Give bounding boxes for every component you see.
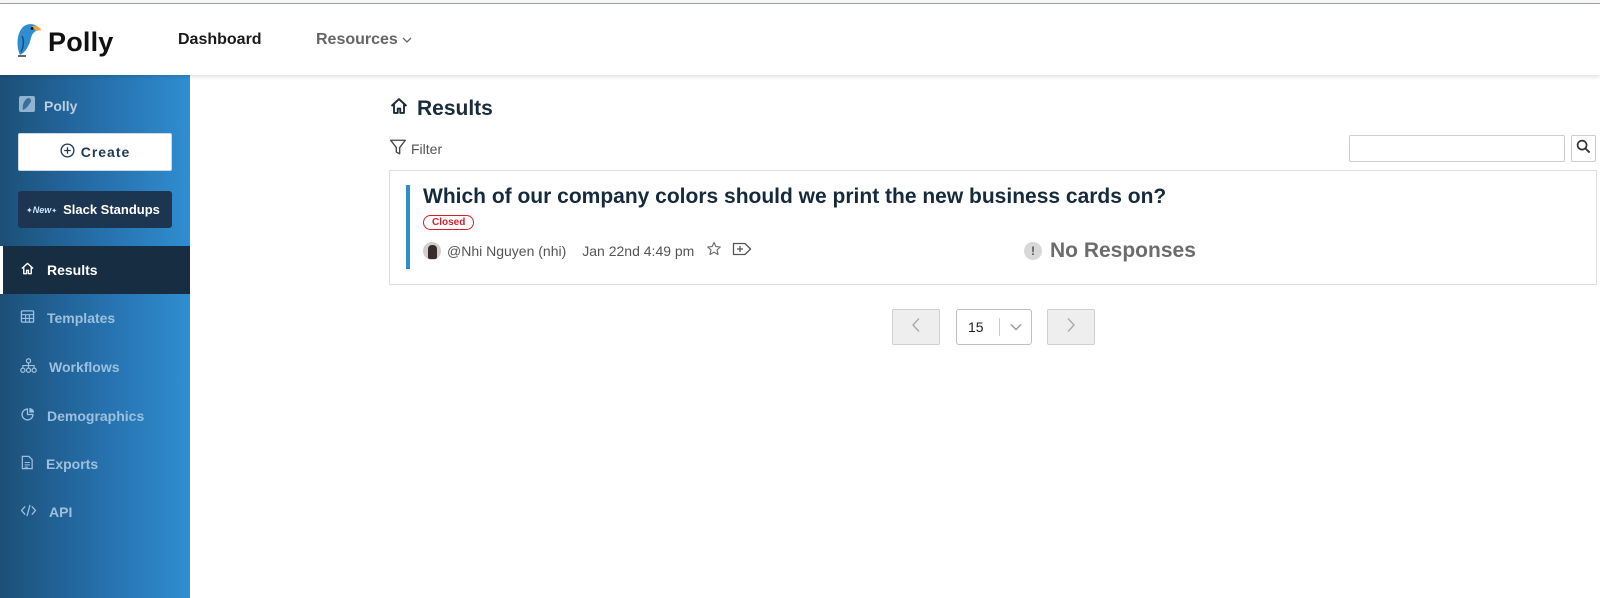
search-icon	[1576, 139, 1591, 159]
sparkle-icon: ✦	[26, 205, 33, 215]
filter-icon	[389, 138, 407, 159]
no-responses: ! No Responses	[1024, 239, 1196, 263]
search-button[interactable]	[1571, 135, 1596, 162]
sidebar-item-label: Templates	[47, 310, 116, 326]
chevron-right-icon	[1066, 317, 1076, 338]
parrot-logo-icon	[14, 22, 42, 63]
page-size-select[interactable]: 15	[956, 309, 1032, 345]
home-icon	[389, 96, 409, 122]
sidebar-item-api[interactable]: API	[0, 488, 190, 536]
parrot-small-icon	[18, 95, 36, 116]
slack-standups-label: Slack Standups	[63, 202, 160, 217]
page-size-value: 15	[968, 319, 984, 335]
poll-date: Jan 22nd 4:49 pm	[582, 242, 695, 259]
chevron-left-icon	[911, 317, 921, 338]
new-tag: ✦New✦	[26, 205, 57, 215]
page-title-text: Results	[417, 97, 493, 120]
sidebar-item-label: API	[49, 504, 73, 520]
sidebar-item-label: Results	[47, 262, 98, 278]
poll-card-accent	[406, 185, 410, 269]
workflow-icon	[20, 358, 37, 376]
sidebar-brand[interactable]: Polly	[18, 95, 77, 116]
poll-title[interactable]: Which of our company colors should we pr…	[423, 185, 1166, 209]
poll-card[interactable]: Which of our company colors should we pr…	[389, 170, 1597, 285]
page-title: Results	[389, 96, 493, 122]
create-button-label: Create	[80, 144, 131, 160]
sidebar-item-templates[interactable]: Templates	[0, 294, 190, 342]
nav-resources[interactable]: Resources	[316, 31, 412, 49]
filter-toggle[interactable]: Filter	[389, 138, 442, 159]
nav-resources-label: Resources	[316, 31, 398, 48]
prev-page-button[interactable]	[892, 309, 940, 345]
status-badge: Closed	[423, 215, 475, 230]
exclamation-icon: !	[1024, 242, 1042, 260]
sidebar-item-demographics[interactable]: Demographics	[0, 392, 190, 440]
no-responses-label: No Responses	[1050, 239, 1196, 262]
top-header: Polly Dashboard Resources	[0, 4, 1600, 75]
sidebar-item-exports[interactable]: Exports	[0, 440, 190, 488]
sidebar-item-workflows[interactable]: Workflows	[0, 343, 190, 391]
code-icon	[20, 504, 37, 520]
next-page-button[interactable]	[1047, 309, 1095, 345]
create-button[interactable]: Create	[18, 133, 172, 171]
new-tag-label: New	[32, 204, 52, 215]
pie-icon	[20, 407, 35, 425]
chevron-down-icon	[1000, 323, 1031, 331]
poll-author: @Nhi Nguyen (nhi)	[447, 242, 567, 259]
sidebar-brand-label: Polly	[44, 97, 78, 114]
nav-dashboard[interactable]: Dashboard	[178, 31, 262, 49]
star-icon[interactable]	[706, 241, 722, 260]
add-to-folder-icon[interactable]	[732, 241, 752, 260]
export-icon	[20, 455, 34, 473]
home-icon	[20, 261, 35, 279]
sparkle-icon: ✦	[51, 207, 58, 215]
chevron-down-icon	[402, 31, 412, 49]
sidebar-item-label: Workflows	[49, 359, 120, 375]
logo[interactable]: Polly	[14, 22, 114, 63]
sidebar-item-results[interactable]: Results	[0, 246, 190, 294]
sidebar: Polly Create ✦New✦ Slack Standups Result…	[0, 75, 190, 598]
logo-text: Polly	[48, 27, 114, 57]
filter-label: Filter	[411, 140, 443, 157]
plus-circle-icon	[60, 143, 75, 161]
sidebar-item-label: Exports	[46, 456, 99, 472]
poll-meta: @Nhi Nguyen (nhi) Jan 22nd 4:49 pm	[423, 241, 752, 260]
slack-standups-button[interactable]: ✦New✦ Slack Standups	[18, 191, 172, 228]
search-input[interactable]	[1349, 135, 1565, 162]
table-icon	[20, 309, 35, 327]
sidebar-item-label: Demographics	[47, 408, 145, 424]
avatar	[423, 241, 441, 260]
